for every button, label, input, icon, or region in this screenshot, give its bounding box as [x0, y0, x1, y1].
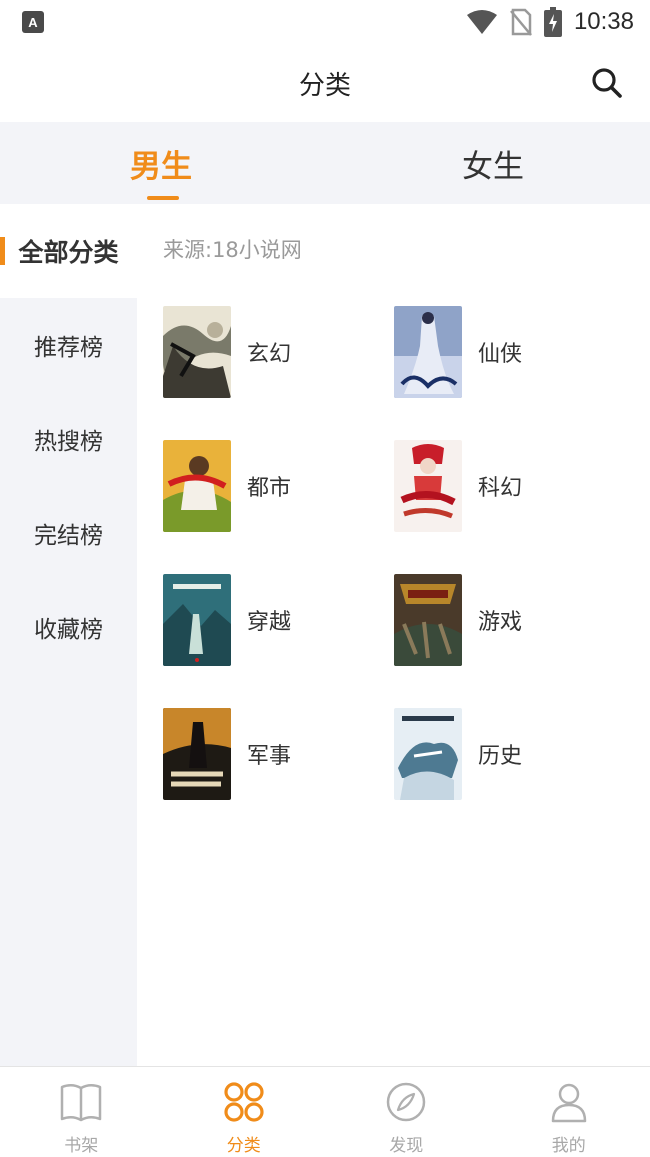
category-content: 来源:18小说网 玄幻 仙侠 都市 科幻 穿越 游戏 军事 历史: [137, 204, 650, 1066]
bottom-navigation: 书架 分类 发现 我的: [0, 1066, 650, 1157]
tab-female[interactable]: 女生: [325, 122, 650, 204]
category-item-youxi[interactable]: 游戏: [394, 574, 594, 666]
app-header: 分类: [0, 44, 650, 122]
status-icons: 10:38: [466, 7, 634, 37]
category-item-kehuan[interactable]: 科幻: [394, 440, 594, 532]
search-icon[interactable]: [590, 66, 624, 100]
category-label: 都市: [247, 476, 292, 501]
nav-category[interactable]: 分类: [163, 1067, 326, 1157]
battery-charging-icon: [543, 7, 562, 37]
sidebar-item-all-categories[interactable]: 全部分类: [0, 204, 137, 298]
nav-profile[interactable]: 我的: [488, 1067, 650, 1157]
page-title: 分类: [298, 70, 351, 101]
grid-icon: [224, 1082, 264, 1122]
category-label: 科幻: [478, 476, 523, 501]
book-cover-image: [163, 708, 231, 800]
book-cover-image: [394, 708, 462, 800]
category-label: 仙侠: [478, 342, 523, 367]
category-item-chuanyue[interactable]: 穿越: [163, 574, 363, 666]
category-item-junshi[interactable]: 军事: [163, 708, 363, 800]
category-item-xuanhuan[interactable]: 玄幻: [163, 306, 363, 398]
app-notification-icon: A: [22, 11, 44, 33]
category-label: 玄幻: [247, 342, 292, 367]
nav-label: 书架: [64, 1136, 99, 1156]
book-cover-image: [394, 574, 462, 666]
sidebar-item-completed[interactable]: 完结榜: [0, 486, 137, 580]
category-item-dushi[interactable]: 都市: [163, 440, 363, 532]
category-label: 穿越: [247, 610, 292, 635]
book-cover-image: [163, 574, 231, 666]
category-sidebar: 全部分类 推荐榜 热搜榜 完结榜 收藏榜: [0, 204, 137, 1066]
nav-label: 我的: [551, 1136, 586, 1156]
gender-tabs: 男生 女生: [0, 122, 650, 204]
category-label: 历史: [478, 744, 523, 769]
category-label: 游戏: [478, 610, 523, 635]
nav-label: 发现: [389, 1136, 424, 1156]
book-cover-image: [394, 306, 462, 398]
sidebar-item-recommended[interactable]: 推荐榜: [0, 298, 137, 392]
category-item-lishi[interactable]: 历史: [394, 708, 594, 800]
status-bar: A 10:38: [0, 0, 650, 44]
no-sim-icon: [509, 8, 532, 36]
nav-label: 分类: [226, 1136, 261, 1156]
sidebar-item-favorites[interactable]: 收藏榜: [0, 580, 137, 674]
book-cover-image: [163, 306, 231, 398]
source-label: 来源:18小说网: [163, 238, 302, 262]
book-icon: [61, 1084, 102, 1122]
compass-icon: [387, 1082, 426, 1122]
nav-bookshelf[interactable]: 书架: [0, 1067, 163, 1157]
nav-discover[interactable]: 发现: [325, 1067, 488, 1157]
wifi-icon: [466, 10, 497, 34]
category-item-xianxia[interactable]: 仙侠: [394, 306, 594, 398]
sidebar-item-hot-search[interactable]: 热搜榜: [0, 392, 137, 486]
book-cover-image: [394, 440, 462, 532]
book-cover-image: [163, 440, 231, 532]
status-time: 10:38: [573, 8, 634, 35]
tab-male[interactable]: 男生: [0, 122, 325, 204]
category-label: 军事: [247, 744, 292, 769]
user-icon: [551, 1083, 586, 1123]
